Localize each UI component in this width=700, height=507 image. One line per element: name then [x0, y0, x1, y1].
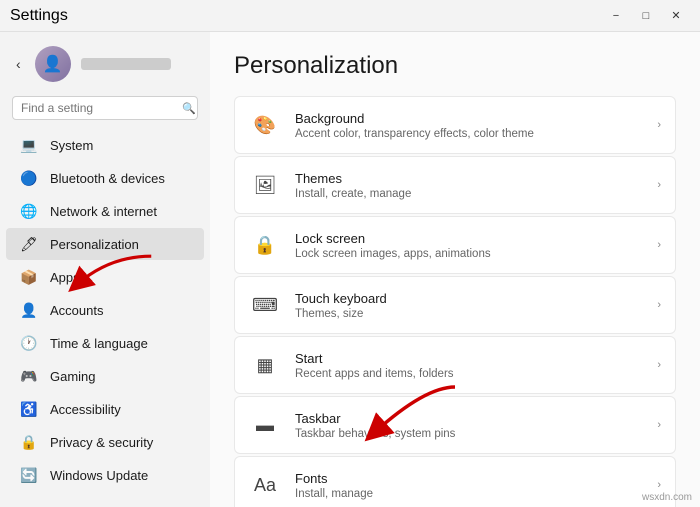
sidebar-item-apps[interactable]: 📦 Apps — [6, 261, 204, 293]
back-button[interactable]: ‹ — [12, 54, 25, 74]
accent-icon: 🎨 — [249, 109, 281, 141]
taskbar-chevron: › — [657, 419, 661, 431]
settings-item-lockscreen[interactable]: 🔒 Lock screen Lock screen images, apps, … — [234, 216, 676, 274]
search-icon: 🔍 — [182, 102, 196, 115]
taskbar-desc: Taskbar behaviors, system pins — [295, 428, 643, 440]
accessibility-icon: ♿ — [20, 400, 38, 418]
touchkeyboard-desc: Themes, size — [295, 308, 643, 320]
sidebar-item-system[interactable]: 💻 System — [6, 129, 204, 161]
maximize-button[interactable]: □ — [632, 6, 660, 26]
start-chevron: › — [657, 359, 661, 371]
lockscreen-icon: 🔒 — [249, 229, 281, 261]
themes-text: Themes Install, create, manage — [295, 171, 643, 200]
touchkeyboard-text: Touch keyboard Themes, size — [295, 291, 643, 320]
sidebar-label-privacy: Privacy & security — [50, 435, 153, 450]
settings-item-themes[interactable]: 🖼 Themes Install, create, manage › — [234, 156, 676, 214]
sidebar-label-network: Network & internet — [50, 204, 157, 219]
lockscreen-text: Lock screen Lock screen images, apps, an… — [295, 231, 643, 260]
sidebar-item-update[interactable]: 🔄 Windows Update — [6, 459, 204, 491]
lockscreen-desc: Lock screen images, apps, animations — [295, 248, 643, 260]
sidebar-label-update: Windows Update — [50, 468, 148, 483]
fonts-chevron: › — [657, 479, 661, 491]
update-icon: 🔄 — [20, 466, 38, 484]
touchkeyboard-icon: ⌨ — [249, 289, 281, 321]
sidebar-item-bluetooth[interactable]: 🔵 Bluetooth & devices — [6, 162, 204, 194]
system-icon: 💻 — [20, 136, 38, 154]
sidebar-header: ‹ 👤 — [0, 40, 210, 88]
fonts-text: Fonts Install, manage — [295, 471, 643, 500]
themes-title: Themes — [295, 171, 643, 186]
taskbar-text: Taskbar Taskbar behaviors, system pins — [295, 411, 643, 440]
personalization-icon: 🖊 — [20, 235, 38, 253]
touchkeyboard-chevron: › — [657, 299, 661, 311]
accent-title: Background — [295, 111, 643, 126]
accounts-icon: 👤 — [20, 301, 38, 319]
relative-wrapper: ‹ 👤 🔍 💻 System 🔵 Bluetooth & devices 🌐 N… — [0, 32, 700, 507]
start-icon: ▦ — [249, 349, 281, 381]
lockscreen-chevron: › — [657, 239, 661, 251]
settings-item-fonts[interactable]: Aa Fonts Install, manage › — [234, 456, 676, 507]
sidebar: ‹ 👤 🔍 💻 System 🔵 Bluetooth & devices 🌐 N… — [0, 32, 210, 507]
sidebar-item-privacy[interactable]: 🔒 Privacy & security — [6, 426, 204, 458]
settings-item-taskbar[interactable]: ▬ Taskbar Taskbar behaviors, system pins… — [234, 396, 676, 454]
apps-icon: 📦 — [20, 268, 38, 286]
close-button[interactable]: ✕ — [662, 6, 690, 26]
user-name — [81, 58, 171, 70]
title-bar: Settings − □ ✕ — [0, 0, 700, 32]
themes-chevron: › — [657, 179, 661, 191]
themes-icon: 🖼 — [249, 169, 281, 201]
gaming-icon: 🎮 — [20, 367, 38, 385]
accent-chevron: › — [657, 119, 661, 131]
search-input[interactable] — [21, 101, 176, 115]
sidebar-label-accounts: Accounts — [50, 303, 103, 318]
sidebar-label-gaming: Gaming — [50, 369, 96, 384]
main-content: Personalization 🎨 Background Accent colo… — [210, 32, 700, 507]
sidebar-label-personalization: Personalization — [50, 237, 139, 252]
touchkeyboard-title: Touch keyboard — [295, 291, 643, 306]
network-icon: 🌐 — [20, 202, 38, 220]
accent-text: Background Accent color, transparency ef… — [295, 111, 643, 140]
settings-item-touchkeyboard[interactable]: ⌨ Touch keyboard Themes, size › — [234, 276, 676, 334]
privacy-icon: 🔒 — [20, 433, 38, 451]
sidebar-item-accounts[interactable]: 👤 Accounts — [6, 294, 204, 326]
sidebar-item-gaming[interactable]: 🎮 Gaming — [6, 360, 204, 392]
page-title: Personalization — [234, 52, 676, 80]
start-text: Start Recent apps and items, folders — [295, 351, 643, 380]
fonts-icon: Aa — [249, 469, 281, 501]
fonts-desc: Install, manage — [295, 488, 643, 500]
title-bar-title: Settings — [10, 7, 68, 25]
minimize-button[interactable]: − — [602, 6, 630, 26]
sidebar-item-accessibility[interactable]: ♿ Accessibility — [6, 393, 204, 425]
sidebar-label-bluetooth: Bluetooth & devices — [50, 171, 165, 186]
sidebar-label-system: System — [50, 138, 93, 153]
app-body: ‹ 👤 🔍 💻 System 🔵 Bluetooth & devices 🌐 N… — [0, 32, 700, 507]
fonts-title: Fonts — [295, 471, 643, 486]
title-bar-controls: − □ ✕ — [602, 6, 690, 26]
sidebar-label-apps: Apps — [50, 270, 80, 285]
settings-item-accent[interactable]: 🎨 Background Accent color, transparency … — [234, 96, 676, 154]
search-box[interactable]: 🔍 — [12, 96, 198, 120]
start-desc: Recent apps and items, folders — [295, 368, 643, 380]
avatar: 👤 — [35, 46, 71, 82]
nav-list: 💻 System 🔵 Bluetooth & devices 🌐 Network… — [0, 128, 210, 492]
sidebar-item-network[interactable]: 🌐 Network & internet — [6, 195, 204, 227]
sidebar-item-personalization[interactable]: 🖊 Personalization — [6, 228, 204, 260]
taskbar-icon: ▬ — [249, 409, 281, 441]
taskbar-title: Taskbar — [295, 411, 643, 426]
start-title: Start — [295, 351, 643, 366]
sidebar-item-time[interactable]: 🕐 Time & language — [6, 327, 204, 359]
bluetooth-icon: 🔵 — [20, 169, 38, 187]
accent-desc: Accent color, transparency effects, colo… — [295, 128, 643, 140]
time-icon: 🕐 — [20, 334, 38, 352]
sidebar-label-accessibility: Accessibility — [50, 402, 121, 417]
themes-desc: Install, create, manage — [295, 188, 643, 200]
title-bar-left: Settings — [10, 7, 68, 25]
settings-list: 🎨 Background Accent color, transparency … — [234, 96, 676, 507]
lockscreen-title: Lock screen — [295, 231, 643, 246]
sidebar-label-time: Time & language — [50, 336, 148, 351]
settings-item-start[interactable]: ▦ Start Recent apps and items, folders › — [234, 336, 676, 394]
